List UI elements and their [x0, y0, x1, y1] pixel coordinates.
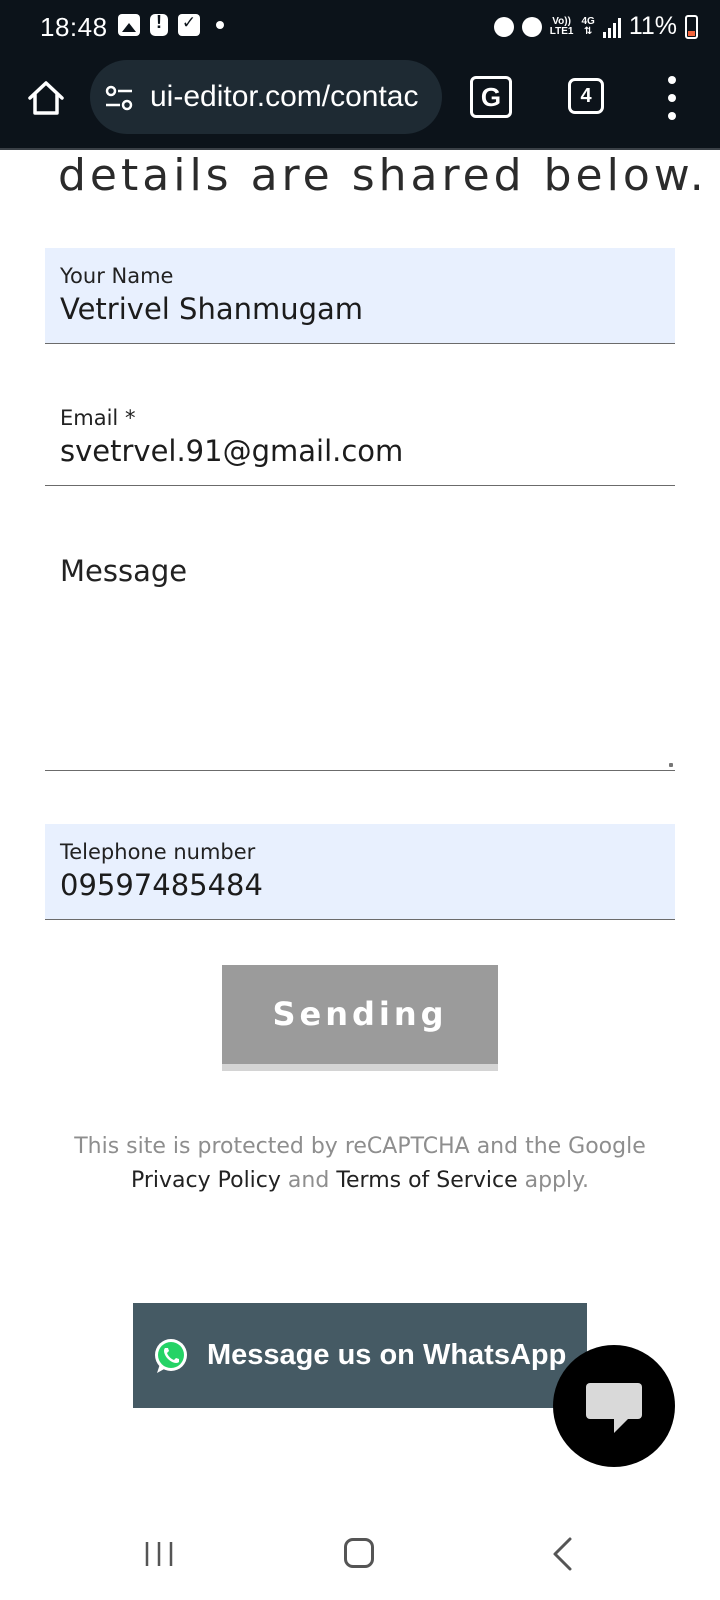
home-nav-icon[interactable]	[344, 1538, 374, 1568]
email-label: Email *	[60, 406, 136, 430]
message-field[interactable]: Message	[45, 530, 675, 771]
name-input[interactable]: Vetrivel Shanmugam	[60, 292, 363, 326]
address-bar[interactable]: ui-editor.com/contac	[90, 60, 442, 134]
page-heading: details are shared below.	[58, 150, 708, 201]
browser-toolbar: ui-editor.com/contac G 4	[0, 56, 720, 150]
message-placeholder: Message	[60, 554, 188, 588]
checkbox-icon	[178, 13, 200, 36]
whatsapp-button[interactable]: Message us on WhatsApp	[133, 1303, 587, 1408]
site-settings-icon[interactable]	[104, 84, 134, 112]
chat-button[interactable]	[553, 1345, 675, 1467]
network-type-indicator: 4G ⇅	[581, 15, 595, 37]
name-label: Your Name	[60, 264, 174, 288]
alarm-icon	[521, 16, 542, 37]
telephone-field[interactable]: Telephone number 09597485484	[45, 824, 675, 920]
whatsapp-label: Message us on WhatsApp	[207, 1339, 567, 1371]
email-input[interactable]: svetrvel.91@gmail.com	[60, 434, 403, 468]
url-text[interactable]: ui-editor.com/contac	[150, 80, 432, 114]
more-notifications-dot-icon	[216, 21, 224, 29]
alert-icon	[150, 12, 168, 36]
send-button[interactable]: Sending	[222, 965, 498, 1071]
status-bar: 18:48 Vo)) LTE1 4G ⇅ 11%	[0, 0, 720, 56]
email-field[interactable]: Email * svetrvel.91@gmail.com	[45, 390, 675, 486]
whatsapp-icon	[155, 1338, 187, 1373]
navigation-bar	[0, 1516, 720, 1600]
gallery-icon	[118, 14, 140, 36]
status-time: 18:48	[40, 12, 108, 42]
recaptcha-notice: This site is protected by reCAPTCHA and …	[74, 1134, 646, 1193]
battery-percent: 11%	[628, 12, 677, 40]
volte-indicator: Vo)) LTE1	[549, 15, 574, 37]
system-icons: Vo)) LTE1 4G ⇅ 11%	[493, 12, 698, 41]
terms-of-service-link[interactable]: Terms of Service	[336, 1168, 517, 1193]
home-icon[interactable]	[26, 78, 66, 118]
back-icon[interactable]	[550, 1536, 574, 1572]
sync-icon	[493, 16, 514, 37]
recent-apps-icon[interactable]	[144, 1540, 174, 1568]
privacy-policy-link[interactable]: Privacy Policy	[131, 1168, 281, 1193]
telephone-input[interactable]: 09597485484	[60, 868, 263, 902]
telephone-label: Telephone number	[60, 840, 256, 864]
battery-icon	[685, 14, 698, 39]
notification-icons	[118, 12, 224, 36]
tab-switcher-button[interactable]: 4	[568, 78, 604, 114]
name-field[interactable]: Your Name Vetrivel Shanmugam	[45, 248, 675, 344]
signal-icon	[602, 16, 621, 38]
overflow-menu-icon[interactable]	[666, 76, 678, 120]
chat-bubble-icon	[586, 1383, 642, 1433]
resize-handle[interactable]	[669, 763, 673, 767]
translate-icon[interactable]: G	[470, 76, 512, 118]
